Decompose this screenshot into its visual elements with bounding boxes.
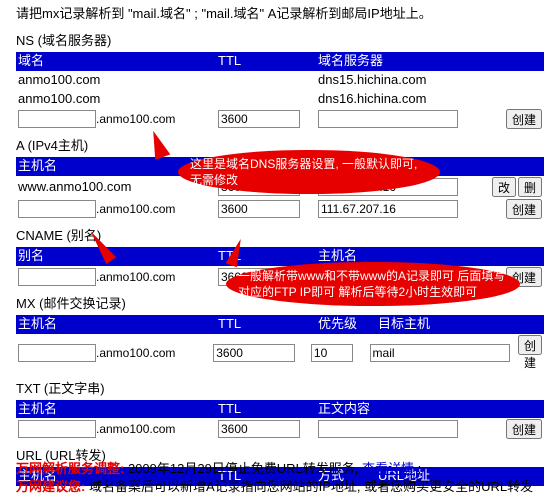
delete-button[interactable]: 删 [518, 177, 542, 197]
col-hostname: 主机名 [16, 315, 216, 334]
col-priority: 优先级 [316, 315, 376, 334]
ns-new-row: .anmo100.com 创建 [16, 108, 544, 130]
txt-ttl-input[interactable] [218, 420, 300, 438]
ns-host-input[interactable] [18, 110, 96, 128]
domain-suffix: .anmo100.com [96, 112, 175, 126]
domain-suffix: .anmo100.com [96, 202, 175, 216]
notice-label: 万网解析服务调整: [16, 461, 128, 476]
ns-title: NS (域名服务器) [16, 33, 544, 50]
domain-suffix: .anmo100.com [96, 346, 175, 360]
txt-new-row: .anmo100.com 创建 [16, 418, 544, 440]
cname-header: 别名 TTL 主机名 [16, 247, 544, 266]
dns-settings-panel: 请把mx记录解析到 "mail.域名" ; "mail.域名" A记录解析到邮局… [0, 0, 560, 500]
ns-domain: anmo100.com [16, 72, 216, 89]
ns-header: 域名 TTL 域名服务器 [16, 52, 544, 71]
col-nameserver: 域名服务器 [316, 52, 466, 71]
ns-row: anmo100.com dns15.hichina.com [16, 71, 544, 90]
col-ttl: TTL [216, 315, 316, 334]
callout-a-record-note: 一般解析带www和不带www的A记录即可 后面填写对应的FTP IP即可 解析后… [226, 262, 520, 306]
mx-ttl-input[interactable] [213, 344, 295, 362]
col-domain: 域名 [16, 52, 216, 71]
col-hostname: 主机名 [16, 400, 216, 419]
cname-host-input[interactable] [18, 268, 96, 286]
modify-button[interactable]: 改 [492, 177, 516, 197]
col-target: 目标主机 [376, 315, 526, 334]
col-ttl: TTL [216, 52, 316, 71]
ns-ttl-input[interactable] [218, 110, 300, 128]
col-ttl: TTL [216, 400, 316, 419]
mx-new-row: .anmo100.com 创建 [16, 334, 544, 373]
ns-domain: anmo100.com [16, 91, 216, 108]
suggest-label: 万网建议您: [16, 479, 89, 494]
txt-header: 主机名 TTL 正文内容 [16, 400, 544, 419]
details-link[interactable]: 查看详情 [362, 461, 414, 476]
a-ttl-input[interactable] [218, 200, 300, 218]
a-host-input[interactable] [18, 200, 96, 218]
txt-host-input[interactable] [18, 420, 96, 438]
a-hostname: www.anmo100.com [16, 179, 216, 196]
mx-host-input[interactable] [18, 344, 96, 362]
ns-row: anmo100.com dns16.hichina.com [16, 90, 544, 109]
mx-prio-input[interactable] [311, 344, 353, 362]
col-text: 正文内容 [316, 400, 466, 419]
domain-suffix: .anmo100.com [96, 422, 175, 436]
ns-value: dns15.hichina.com [316, 72, 466, 89]
domain-suffix: .anmo100.com [96, 270, 175, 284]
txt-title: TXT (正文字串) [16, 381, 544, 398]
a-new-row: .anmo100.com 创建 [16, 198, 544, 220]
create-button[interactable]: 创建 [518, 335, 542, 355]
ns-value: dns16.hichina.com [316, 91, 466, 108]
txt-value-input[interactable] [318, 420, 458, 438]
callout-dns-note: 这里是域名DNS服务器设置, 一般默认即可, 无需修改 [178, 150, 440, 194]
create-button[interactable]: 创建 [506, 109, 542, 129]
mx-target-input[interactable] [370, 344, 510, 362]
create-button[interactable]: 创建 [506, 419, 542, 439]
footer-notice: 万网解析服务调整: 2009年12月29日停止免费URL转发服务, 查看详情 ;… [16, 460, 544, 496]
ns-value-input[interactable] [318, 110, 458, 128]
mx-header: 主机名 TTL 优先级 目标主机 [16, 315, 544, 334]
a-ip-input[interactable] [318, 200, 458, 218]
intro-text: 请把mx记录解析到 "mail.域名" ; "mail.域名" A记录解析到邮局… [16, 6, 544, 23]
create-button[interactable]: 创建 [506, 199, 542, 219]
